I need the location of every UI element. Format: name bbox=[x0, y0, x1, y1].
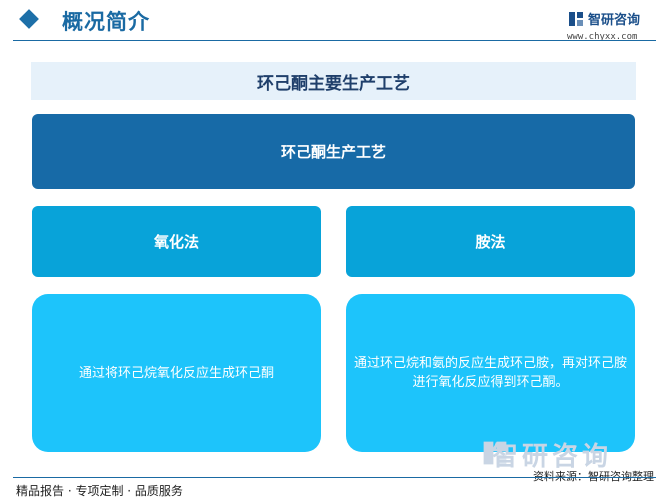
section-title: 概况简介 bbox=[62, 9, 150, 34]
header-divider bbox=[13, 40, 656, 41]
logo-name: 智研咨询 bbox=[588, 13, 641, 28]
footer-tagline: 精品报告 · 专项定制 · 品质服务 bbox=[16, 484, 183, 498]
root-node: 环己酮生产工艺 bbox=[32, 114, 635, 189]
branch-node-oxidation: 氧化法 bbox=[32, 206, 321, 277]
branch-description-oxidation: 通过将环己烷氧化反应生成环己酮 bbox=[32, 294, 321, 452]
logo: 智研咨询 bbox=[568, 9, 640, 28]
source-note: 资料来源：智研咨询整理 bbox=[533, 470, 654, 483]
branch-node-amine: 胺法 bbox=[346, 206, 635, 277]
chyxx-logo-icon bbox=[569, 11, 583, 26]
branch-description-amine: 通过环己烷和氨的反应生成环己胺，再对环己胺进行氧化反应得到环己酮。 bbox=[346, 294, 635, 452]
footer-divider bbox=[13, 477, 656, 478]
header-diamond-icon bbox=[19, 9, 39, 29]
diagram-title: 环己酮主要生产工艺 bbox=[31, 62, 636, 100]
